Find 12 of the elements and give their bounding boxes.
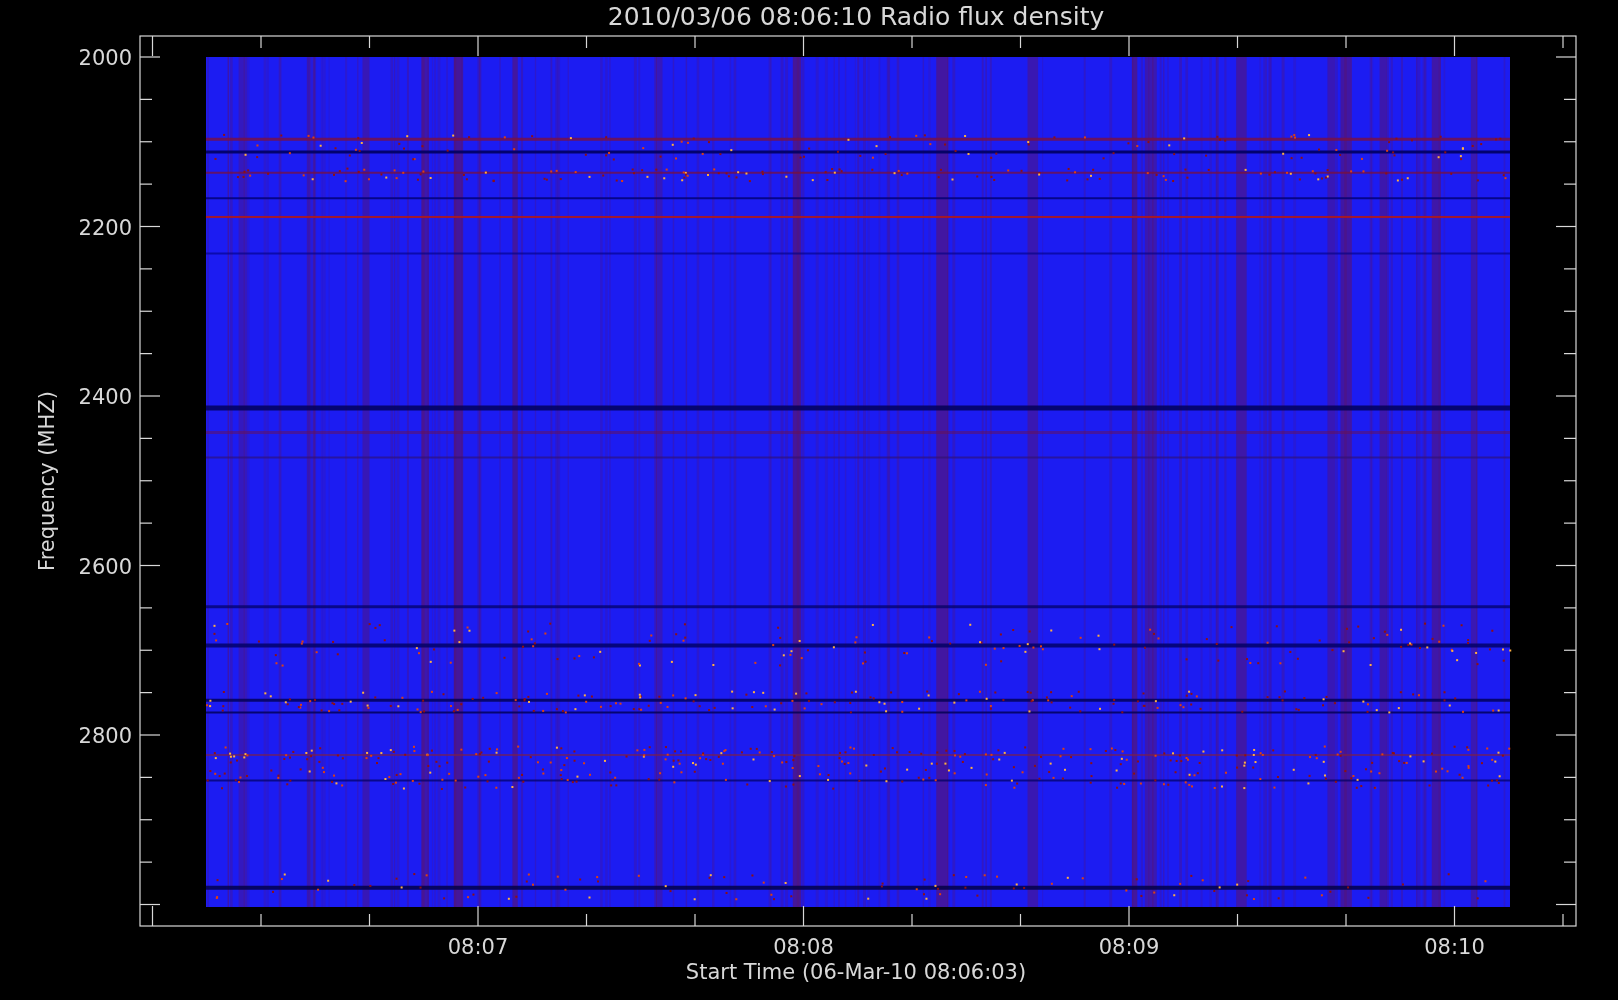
tick-label: 08:09 <box>1098 935 1160 959</box>
y-axis-label: Frequency (MHZ) <box>35 391 59 571</box>
tick-label: 08:10 <box>1424 935 1485 959</box>
tick-label: 2000 <box>78 46 132 70</box>
plot-title: 2010/03/06 08:06:10 Radio flux density <box>607 2 1105 31</box>
tick-label: 2200 <box>78 215 132 240</box>
tick-label: 2800 <box>78 724 132 748</box>
tick-label: 08:08 <box>773 935 834 959</box>
x-axis-label: Start Time (06-Mar-10 08:06:03) <box>685 960 1027 984</box>
tick-label: 2600 <box>78 554 132 579</box>
tick-label: 2400 <box>78 385 132 409</box>
tick-label: 08:07 <box>447 935 509 959</box>
